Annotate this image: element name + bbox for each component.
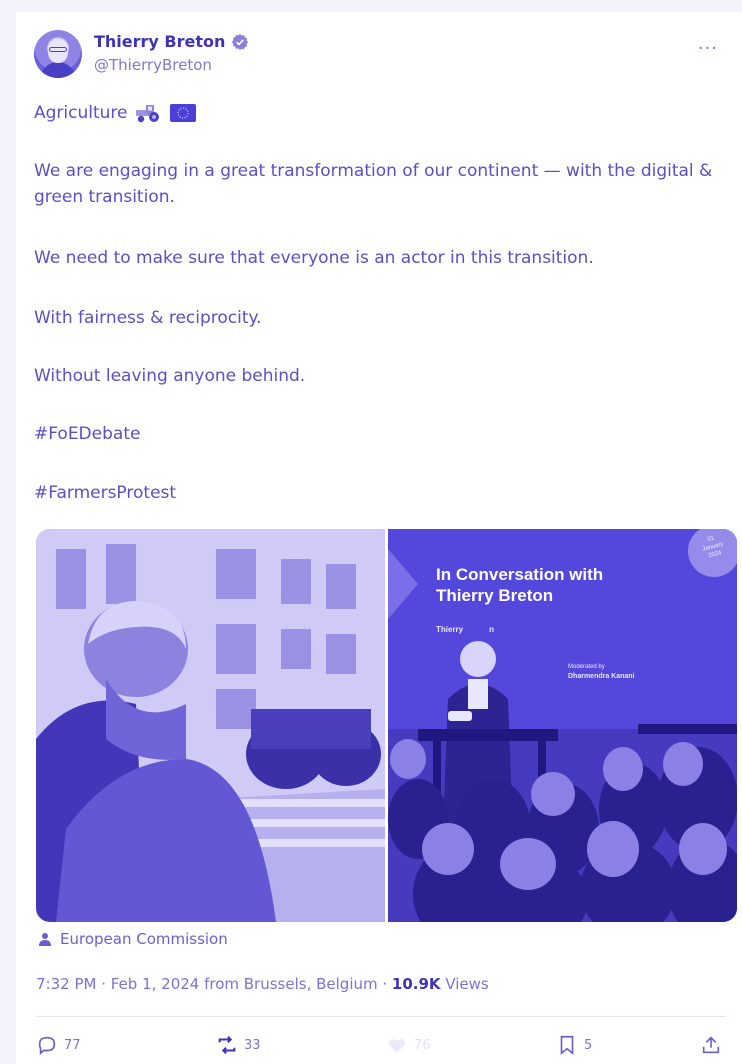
tweet-meta: 7:32 PM · Feb 1, 2024 from Brussels, Bel… bbox=[36, 975, 489, 993]
repost-button[interactable]: 33 bbox=[216, 1034, 261, 1056]
tweet-card: Thierry Breton @ThierryBreton ··· Agricu… bbox=[16, 12, 742, 1064]
divider bbox=[36, 1016, 726, 1017]
share-icon bbox=[702, 1036, 720, 1054]
bookmark-count: 5 bbox=[584, 1037, 593, 1053]
paragraph-3: With fairness & reciprocity. bbox=[34, 308, 262, 328]
slide-headline-line2: Thierry Breton bbox=[436, 586, 554, 605]
tweet-header: Thierry Breton @ThierryBreton ··· bbox=[34, 30, 742, 82]
agriculture-line: Agriculture bbox=[34, 100, 196, 126]
photo-conference[interactable]: In Conversation with Thierry Breton Thie… bbox=[388, 529, 737, 922]
hashtag-foedebate[interactable]: #FoEDebate bbox=[34, 421, 140, 447]
person-icon bbox=[39, 933, 51, 946]
paragraph-2: We need to make sure that everyone is an… bbox=[34, 248, 594, 268]
paragraph-4: Without leaving anyone behind. bbox=[34, 366, 306, 386]
reply-icon bbox=[38, 1036, 56, 1056]
eu-flag-icon bbox=[169, 104, 196, 122]
action-bar: 77 33 76 5 bbox=[36, 1034, 726, 1062]
more-icon[interactable]: ··· bbox=[698, 38, 718, 59]
like-count: 76 bbox=[414, 1037, 431, 1053]
media-grid: In Conversation with Thierry Breton Thie… bbox=[36, 529, 737, 922]
slide-speaker-suffix: n bbox=[489, 625, 495, 634]
like-icon bbox=[388, 1039, 406, 1053]
views-count: 10.9K bbox=[391, 975, 441, 993]
paragraph-1: We are engaging in a great transformatio… bbox=[34, 161, 713, 207]
like-button[interactable]: 76 bbox=[386, 1034, 431, 1056]
slide-speaker-first: Thierry bbox=[436, 625, 464, 634]
bookmark-button[interactable]: 5 bbox=[556, 1034, 592, 1056]
hashtag-farmersprotest[interactable]: #FarmersProtest bbox=[34, 480, 176, 506]
slide-moderator: Moderated by Dharmendra Kanani bbox=[568, 663, 635, 681]
reply-count: 77 bbox=[64, 1037, 81, 1053]
slide-speaker: Thierry n bbox=[436, 625, 494, 634]
slide-headline: In Conversation with Thierry Breton bbox=[436, 564, 603, 606]
credit-label: European Commission bbox=[60, 930, 228, 948]
author-name-row: Thierry Breton bbox=[94, 32, 249, 51]
author-handle[interactable]: @ThierryBreton bbox=[94, 56, 212, 74]
agriculture-label: Agriculture bbox=[34, 103, 128, 123]
reply-button[interactable]: 77 bbox=[36, 1034, 81, 1056]
photo-farmers-protest[interactable] bbox=[36, 529, 385, 922]
verified-icon bbox=[232, 33, 249, 50]
tractor-icon bbox=[135, 105, 159, 123]
bookmark-icon bbox=[560, 1035, 574, 1056]
timestamp-location[interactable]: 7:32 PM · Feb 1, 2024 from Brussels, Bel… bbox=[36, 975, 392, 993]
slide-moderator-name: Dharmendra Kanani bbox=[568, 673, 635, 680]
author-name[interactable]: Thierry Breton bbox=[94, 32, 225, 51]
repost-count: 33 bbox=[244, 1037, 261, 1053]
views-label: Views bbox=[440, 975, 489, 993]
media-credit[interactable]: European Commission bbox=[38, 930, 228, 948]
author-avatar[interactable] bbox=[34, 30, 82, 78]
share-button[interactable] bbox=[700, 1034, 722, 1056]
slide-headline-line1: In Conversation with bbox=[436, 565, 604, 584]
repost-icon bbox=[218, 1036, 236, 1054]
slide-moderated-label: Moderated by bbox=[568, 664, 605, 670]
